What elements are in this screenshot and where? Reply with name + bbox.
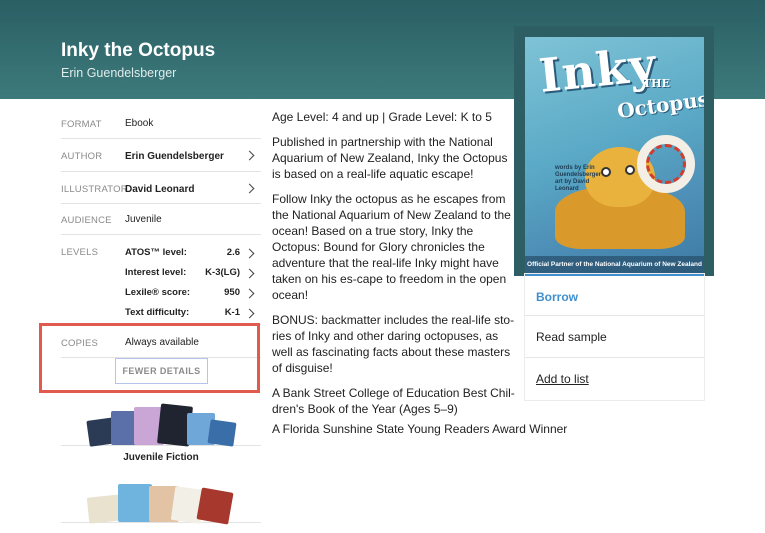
octopus-eye — [625, 165, 635, 175]
actions-panel: Borrow Read sample Add to list — [525, 274, 704, 400]
levels-label: LEVELS — [61, 247, 99, 258]
chevron-right-icon[interactable] — [244, 150, 255, 161]
age-grade-level: Age Level: 4 and up | Grade Level: K to … — [272, 110, 492, 124]
audience-label: AUDIENCE — [61, 215, 112, 226]
level-value: K-1 — [224, 307, 240, 318]
level-name: Interest level: — [125, 267, 187, 278]
detail-row-author[interactable]: AUTHOR Erin Guendelsberger — [61, 139, 261, 172]
read-sample-button[interactable]: Read sample — [525, 316, 704, 358]
description-paragraph: Follow Inky the octopus as he escapes fr… — [272, 192, 511, 302]
level-value: K-3(LG) — [205, 267, 240, 278]
detail-row-format: FORMAT Ebook — [61, 108, 261, 139]
book-thumbnail — [196, 487, 234, 525]
cover-credit: words by Erin Guendelsberger art by Davi… — [555, 165, 602, 192]
chevron-right-icon[interactable] — [244, 248, 255, 259]
audience-value: Juvenile — [125, 214, 162, 225]
shelf-juvenile-fiction[interactable] — [61, 403, 261, 447]
format-value: Ebook — [125, 118, 154, 129]
borrow-button[interactable]: Borrow — [525, 274, 704, 316]
description-paragraph: A Bank Street College of Education Best … — [272, 386, 515, 416]
book-author[interactable]: Erin Guendelsberger — [61, 66, 176, 80]
cover-footer: Official Partner of the National Aquariu… — [525, 256, 704, 274]
description-paragraph: BONUS: backmatter includes the real-life… — [272, 313, 515, 375]
chevron-right-icon[interactable] — [244, 183, 255, 194]
author-value[interactable]: Erin Guendelsberger — [125, 151, 224, 162]
level-name: ATOS™ level: — [125, 247, 187, 258]
level-name: Text difficulty: — [125, 307, 190, 318]
book-cover[interactable]: Inky THE Octopus words by Erin Guendelsb… — [525, 37, 704, 274]
details-panel: FORMAT Ebook AUTHOR Erin Guendelsberger … — [61, 108, 261, 358]
chevron-right-icon[interactable] — [244, 268, 255, 279]
detail-row-illustrator[interactable]: ILLUSTRATOR David Leonard — [61, 172, 261, 204]
add-to-list-link[interactable]: Add to list — [525, 358, 704, 400]
cover-title: Inky — [536, 37, 660, 103]
award-text: A Florida Sunshine State Young Readers A… — [272, 422, 568, 436]
cover-title-the: THE — [643, 77, 670, 90]
description-paragraph: Published in partnership with the Nation… — [272, 135, 508, 181]
book-title: Inky the Octopus — [61, 40, 216, 61]
add-to-list-label[interactable]: Add to list — [536, 372, 589, 386]
author-label: AUTHOR — [61, 151, 103, 162]
level-value: 2.6 — [226, 247, 240, 258]
shelf-label[interactable]: Juvenile Fiction — [61, 452, 261, 463]
illustrator-label: ILLUSTRATOR — [61, 184, 128, 195]
book-thumbnail — [118, 484, 152, 522]
detail-row-audience: AUDIENCE Juvenile — [61, 204, 261, 235]
level-name: Lexile® score: — [125, 287, 191, 298]
shelf-juvenile-literature[interactable] — [61, 483, 261, 525]
life-ring-band — [646, 144, 686, 184]
format-label: FORMAT — [61, 119, 102, 130]
chevron-right-icon[interactable] — [244, 288, 255, 299]
description: Age Level: 4 and up | Grade Level: K to … — [272, 109, 518, 426]
chevron-right-icon[interactable] — [244, 308, 255, 319]
book-thumbnail — [207, 419, 237, 447]
detail-row-levels: LEVELS ATOS™ level: 2.6 Interest level: … — [61, 235, 261, 325]
fewer-details-button[interactable]: FEWER DETAILS — [115, 358, 208, 384]
level-value: 950 — [224, 287, 240, 298]
illustrator-value[interactable]: David Leonard — [125, 184, 194, 195]
